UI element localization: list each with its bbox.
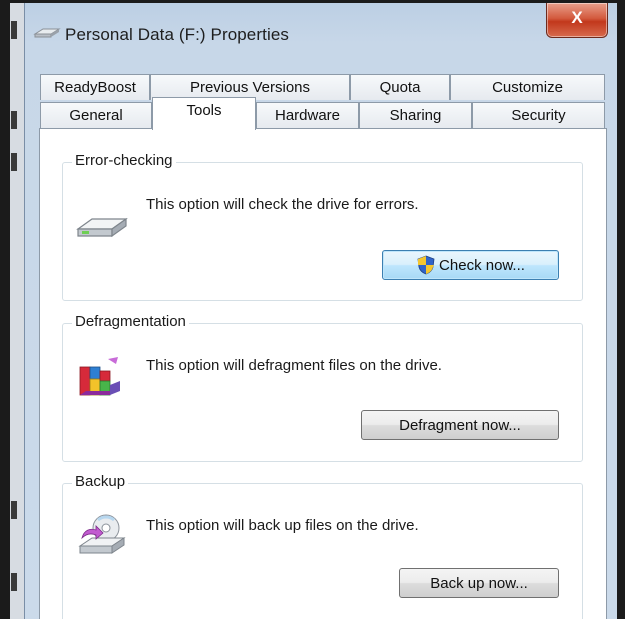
check-now-button[interactable]: Check now... [382,250,559,280]
tab-security[interactable]: Security [472,102,605,128]
backup-description: This option will back up files on the dr… [146,517,419,534]
group-title: Backup [72,473,129,490]
check-now-label: Check now... [439,256,525,274]
error-checking-group: Error-checking [62,152,583,301]
screenshot-border-left [0,0,10,619]
close-button[interactable]: X [546,3,608,38]
back-up-now-button[interactable]: Back up now... [399,568,559,598]
group-title: Defragmentation [72,313,189,330]
group-title: Error-checking [72,152,176,169]
tab-quota[interactable]: Quota [350,74,450,100]
defragment-icon [79,357,120,396]
defragmentation-group: Defragmentation [62,313,583,462]
background-window-edge [10,3,24,619]
drive-icon [33,28,61,38]
defragmentation-description: This option will defragment files on the… [146,357,442,374]
screenshot-border-right [616,0,625,619]
backup-group: Backup [62,473,583,619]
tab-tools[interactable]: Tools [152,97,256,132]
title-bar[interactable]: Personal Data (F:) Properties X [25,3,617,59]
tab-sharing[interactable]: Sharing [359,102,472,128]
tab-hardware[interactable]: Hardware [256,102,359,128]
uac-shield-icon [417,255,435,275]
tab-general[interactable]: General [40,102,152,128]
tab-customize[interactable]: Customize [450,74,605,100]
defragment-now-button[interactable]: Defragment now... [361,410,559,440]
window-title: Personal Data (F:) Properties [65,25,289,44]
error-checking-description: This option will check the drive for err… [146,196,419,213]
backup-icon [78,514,126,554]
tab-readyboost[interactable]: ReadyBoost [40,74,150,100]
drive-icon [76,217,128,238]
